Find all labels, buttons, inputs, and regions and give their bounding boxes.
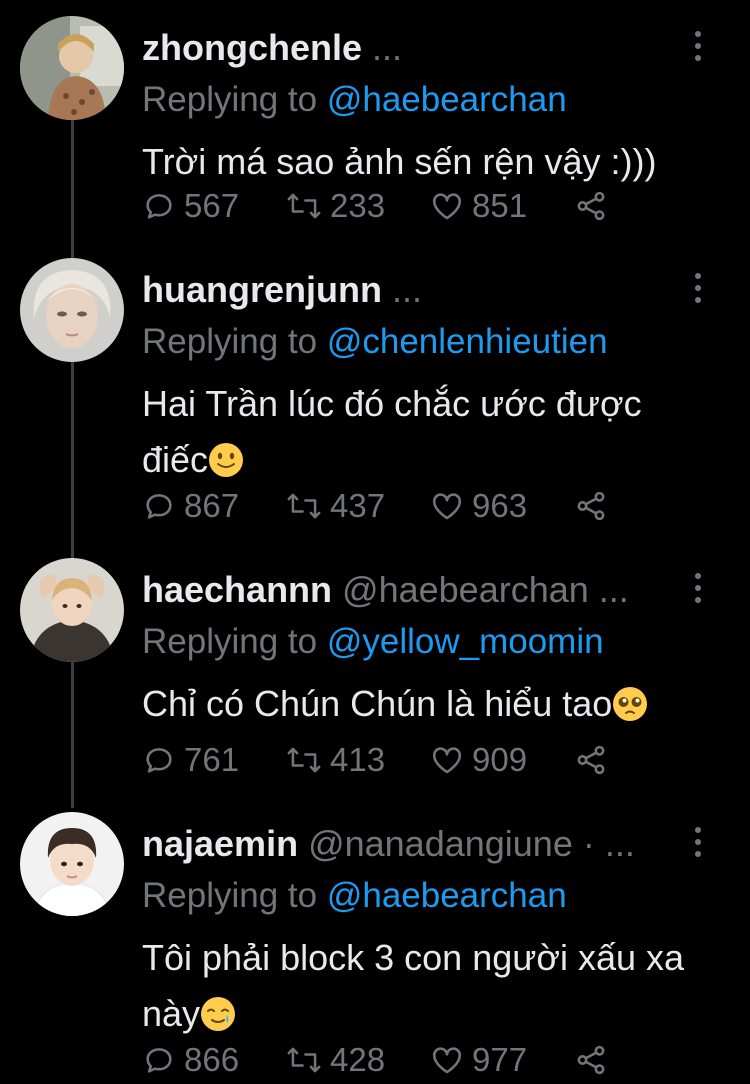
replying-to-mention[interactable]: @haebearchan (327, 80, 567, 119)
reply-button[interactable]: 567 (142, 187, 286, 225)
replying-to-mention[interactable]: @yellow_moomin (327, 622, 604, 661)
replying-to-mention[interactable]: @haebearchan (327, 876, 567, 915)
avatar[interactable] (20, 258, 124, 362)
tweet-text: Tôi phải block 3 con người xấu xa này (142, 930, 710, 1042)
tweet-header: haechannn @haebearchan ... (142, 568, 680, 612)
reply-icon (146, 194, 172, 219)
tweet-actions: 867 437 963 (142, 486, 608, 526)
share-icon (577, 1045, 605, 1075)
like-button[interactable]: 851 (430, 187, 574, 225)
retweet-count: 233 (330, 187, 386, 224)
header-ellipsis: ... (588, 569, 629, 610)
share-button[interactable] (574, 743, 608, 777)
reply-button[interactable]: 867 (142, 487, 286, 525)
avatar[interactable] (20, 558, 124, 662)
reply-tweet[interactable]: najaemin @nanadangiune · ... Replying to… (0, 812, 750, 1084)
heart-icon (432, 747, 462, 774)
tweet-text: Trời má sao ảnh sến rện vậy :))) (142, 134, 710, 190)
tweet-header: zhongchenle ... (142, 26, 680, 70)
replying-to: Replying to @haebearchan (142, 874, 567, 918)
heart-icon (432, 193, 462, 220)
avatar[interactable] (20, 16, 124, 120)
avatar[interactable] (20, 812, 124, 916)
replying-to-mention[interactable]: @chenlenhieutien (327, 322, 608, 361)
header-ellipsis: ... (381, 269, 422, 310)
reply-count: 761 (184, 741, 240, 778)
header-ellipsis: · ... (572, 823, 635, 864)
heart-icon (432, 1047, 462, 1074)
more-options-icon[interactable] (690, 26, 706, 66)
reply-count: 866 (184, 1041, 240, 1078)
retweet-icon (287, 1047, 321, 1073)
handle[interactable]: @haebearchan (332, 569, 589, 610)
share-icon (577, 191, 605, 221)
reply-icon (146, 1048, 172, 1073)
replying-to-label: Replying to (142, 322, 327, 361)
replying-to-label: Replying to (142, 876, 327, 915)
reply-button[interactable]: 761 (142, 741, 286, 779)
reply-tweet[interactable]: haechannn @haebearchan ... Replying to @… (0, 558, 750, 778)
replying-to: Replying to @chenlenhieutien (142, 320, 608, 364)
like-count: 963 (472, 487, 528, 524)
like-count: 977 (472, 1041, 528, 1078)
replying-to-label: Replying to (142, 622, 327, 661)
like-button[interactable]: 977 (430, 1041, 574, 1079)
reply-count: 567 (184, 187, 240, 224)
reply-tweet[interactable]: zhongchenle ... Replying to @haebearchan… (0, 16, 750, 236)
share-icon (577, 745, 605, 775)
replying-to: Replying to @haebearchan (142, 78, 567, 122)
reply-button[interactable]: 866 (142, 1041, 286, 1079)
heart-icon (432, 493, 462, 520)
reply-icon (146, 748, 172, 773)
more-options-icon[interactable] (690, 822, 706, 862)
more-options-icon[interactable] (690, 268, 706, 308)
tweet-text-content: Trời má sao ảnh sến rện vậy :))) (142, 141, 657, 182)
tweet-actions: 761 413 909 (142, 740, 608, 780)
retweet-button[interactable]: 413 (286, 741, 430, 779)
retweet-count: 437 (330, 487, 386, 524)
tweet-text: Hai Trần lúc đó chắc ước được điếc (142, 376, 710, 488)
display-name[interactable]: huangrenjunn (142, 269, 382, 310)
more-options-icon[interactable] (690, 568, 706, 608)
retweet-button[interactable]: 233 (286, 187, 430, 225)
replying-to-label: Replying to (142, 80, 327, 119)
retweet-icon (287, 493, 321, 519)
display-name[interactable]: najaemin (142, 823, 298, 864)
retweet-button[interactable]: 437 (286, 487, 430, 525)
tweet-actions: 866 428 977 (142, 1040, 608, 1080)
reply-count: 867 (184, 487, 240, 524)
slightly-smiling-face-icon (209, 443, 244, 477)
smiling-face-with-tear-icon (201, 997, 236, 1031)
retweet-count: 413 (330, 741, 386, 778)
like-count: 909 (472, 741, 528, 778)
retweet-button[interactable]: 428 (286, 1041, 430, 1079)
like-count: 851 (472, 187, 528, 224)
share-button[interactable] (574, 1043, 608, 1077)
replying-to: Replying to @yellow_moomin (142, 620, 604, 664)
retweet-count: 428 (330, 1041, 386, 1078)
retweet-icon (287, 747, 321, 773)
tweet-header: huangrenjunn ... (142, 268, 680, 312)
like-button[interactable]: 909 (430, 741, 574, 779)
display-name[interactable]: zhongchenle (142, 27, 362, 68)
handle[interactable]: @nanadangiune (298, 823, 573, 864)
reply-icon (146, 494, 172, 519)
tweet-text-content: Chỉ có Chún Chún là hiểu tao (142, 683, 613, 724)
pleading-face-icon (613, 687, 648, 721)
share-icon (577, 491, 605, 521)
share-button[interactable] (574, 189, 608, 223)
share-button[interactable] (574, 489, 608, 523)
tweet-actions: 567 233 851 (142, 186, 608, 226)
tweet-header: najaemin @nanadangiune · ... (142, 822, 680, 866)
display-name[interactable]: haechannn (142, 569, 332, 610)
header-ellipsis: ... (362, 27, 403, 68)
like-button[interactable]: 963 (430, 487, 574, 525)
tweet-text: Chỉ có Chún Chún là hiểu tao (142, 676, 710, 732)
retweet-icon (287, 193, 321, 219)
reply-tweet[interactable]: huangrenjunn ... Replying to @chenlenhie… (0, 258, 750, 528)
